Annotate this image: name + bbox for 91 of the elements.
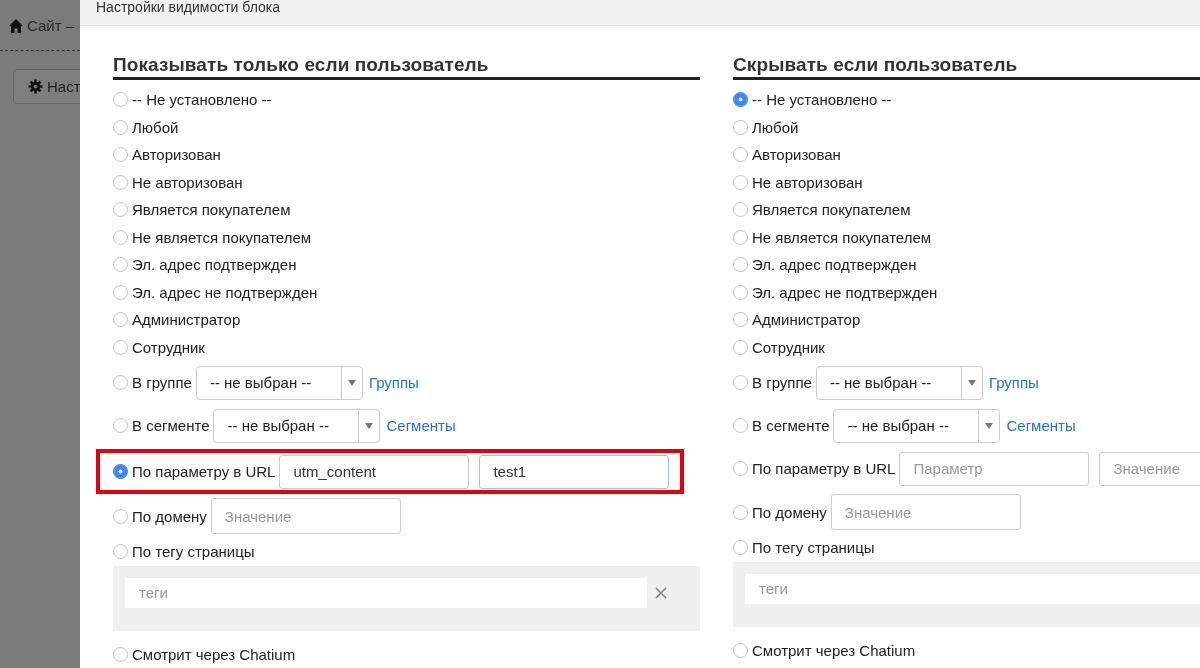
- radio-button[interactable]: [733, 461, 748, 476]
- section-heading: Показывать только если пользователь: [113, 54, 700, 80]
- tags-field[interactable]: теги: [125, 577, 647, 608]
- option-label[interactable]: Любой: [132, 118, 179, 136]
- radio-button[interactable]: [113, 147, 128, 163]
- caret-icon: [365, 422, 374, 429]
- radio-button[interactable]: [113, 92, 128, 108]
- radio-button[interactable]: [733, 119, 748, 135]
- option-label[interactable]: В группе: [132, 374, 192, 391]
- radio-button[interactable]: [113, 229, 128, 245]
- radio-button[interactable]: [733, 418, 748, 433]
- link[interactable]: Группы: [368, 374, 419, 391]
- radio-button[interactable]: [733, 257, 748, 273]
- tags-field[interactable]: теги: [745, 573, 1200, 604]
- gear-icon: [28, 79, 43, 94]
- radio-button[interactable]: [733, 312, 748, 328]
- dropdown[interactable]: -- не выбран --: [195, 365, 363, 400]
- option-label[interactable]: -- Не установлено --: [752, 91, 892, 109]
- option-label[interactable]: Эл. адрес подтвержден: [132, 256, 297, 274]
- radio-button[interactable]: [113, 646, 128, 662]
- radio-button[interactable]: [113, 312, 128, 328]
- radio-button[interactable]: [733, 174, 748, 190]
- radio-button[interactable]: [733, 92, 748, 108]
- option-label[interactable]: Эл. адрес подтвержден: [752, 256, 917, 274]
- radio-button[interactable]: [733, 284, 748, 300]
- radio-button[interactable]: [113, 174, 128, 190]
- radio-button[interactable]: [113, 119, 128, 135]
- option-label[interactable]: По тегу страницы: [132, 543, 255, 561]
- radio-button[interactable]: [113, 418, 128, 433]
- radio-button[interactable]: [113, 202, 128, 218]
- option-label[interactable]: Эл. адрес не подтвержден: [132, 283, 318, 301]
- option-label[interactable]: По домену: [752, 503, 827, 521]
- radio-button[interactable]: [113, 339, 128, 355]
- option-label[interactable]: Эл. адрес не подтвержден: [752, 283, 938, 301]
- section-heading: Скрывать если пользователь: [733, 54, 1200, 80]
- dropdown[interactable]: -- не выбран --: [833, 408, 1001, 443]
- option-label[interactable]: Администратор: [752, 311, 861, 329]
- input-field[interactable]: Значение: [1099, 451, 1200, 486]
- input-field[interactable]: Значение: [830, 494, 1021, 530]
- option-label[interactable]: В сегменте: [752, 417, 830, 434]
- option-label[interactable]: Не авторизован: [752, 173, 863, 191]
- radio-button[interactable]: [733, 339, 748, 355]
- input-field[interactable]: Параметр: [899, 451, 1090, 486]
- link[interactable]: Группы: [988, 374, 1039, 391]
- option-label[interactable]: Администратор: [132, 311, 241, 329]
- option-label[interactable]: Авторизован: [752, 146, 841, 164]
- caret-icon: [967, 379, 976, 386]
- radio-button[interactable]: [733, 229, 748, 245]
- input-field[interactable]: utm_content: [279, 454, 470, 489]
- caret-icon: [985, 422, 994, 429]
- radio-button[interactable]: [733, 147, 748, 163]
- radio-button[interactable]: [113, 544, 128, 560]
- option-label[interactable]: По тегу страницы: [752, 539, 875, 557]
- option-label[interactable]: Не является покупателем: [132, 228, 312, 246]
- modal-title: Настройки видимости блока: [96, 0, 282, 14]
- caret-icon: [347, 379, 356, 386]
- input-field[interactable]: Значение: [210, 498, 401, 534]
- option-label[interactable]: Сотрудник: [752, 338, 825, 356]
- option-label[interactable]: Является покупателем: [132, 201, 291, 219]
- option-label[interactable]: По параметру в URL: [132, 463, 276, 480]
- option-label[interactable]: Авторизован: [132, 146, 221, 164]
- radio-button[interactable]: [733, 642, 748, 658]
- option-label[interactable]: -- Не установлено --: [132, 91, 272, 109]
- dropdown[interactable]: -- не выбран --: [213, 408, 381, 443]
- radio-button[interactable]: [733, 540, 748, 556]
- link[interactable]: Сегменты: [1006, 417, 1076, 434]
- option-label[interactable]: По параметру в URL: [752, 460, 896, 477]
- close-icon[interactable]: [655, 586, 667, 599]
- radio-button[interactable]: [113, 375, 128, 390]
- radio-button[interactable]: [733, 202, 748, 218]
- link[interactable]: Сегменты: [386, 417, 456, 434]
- option-label[interactable]: Любой: [752, 118, 799, 136]
- radio-button[interactable]: [113, 284, 128, 300]
- radio-button[interactable]: [733, 504, 748, 520]
- dropdown[interactable]: -- не выбран --: [815, 365, 983, 400]
- option-label[interactable]: В группе: [752, 374, 812, 391]
- radio-button[interactable]: [733, 375, 748, 390]
- option-label[interactable]: Не является покупателем: [752, 228, 932, 246]
- option-label[interactable]: В сегменте: [132, 417, 210, 434]
- option-label[interactable]: Сотрудник: [132, 338, 205, 356]
- option-label[interactable]: Является покупателем: [752, 201, 911, 219]
- input-field[interactable]: test1: [479, 454, 670, 489]
- home-icon: [8, 17, 24, 34]
- option-label[interactable]: По домену: [132, 507, 207, 525]
- radio-button[interactable]: [113, 257, 128, 273]
- option-label[interactable]: Смотрит через Chatium: [752, 641, 916, 659]
- settings-button[interactable]: Наст: [13, 69, 80, 104]
- radio-button[interactable]: [113, 508, 128, 524]
- option-label[interactable]: Не авторизован: [132, 173, 243, 191]
- radio-button[interactable]: [113, 464, 128, 479]
- option-label[interactable]: Смотрит через Chatium: [132, 645, 296, 663]
